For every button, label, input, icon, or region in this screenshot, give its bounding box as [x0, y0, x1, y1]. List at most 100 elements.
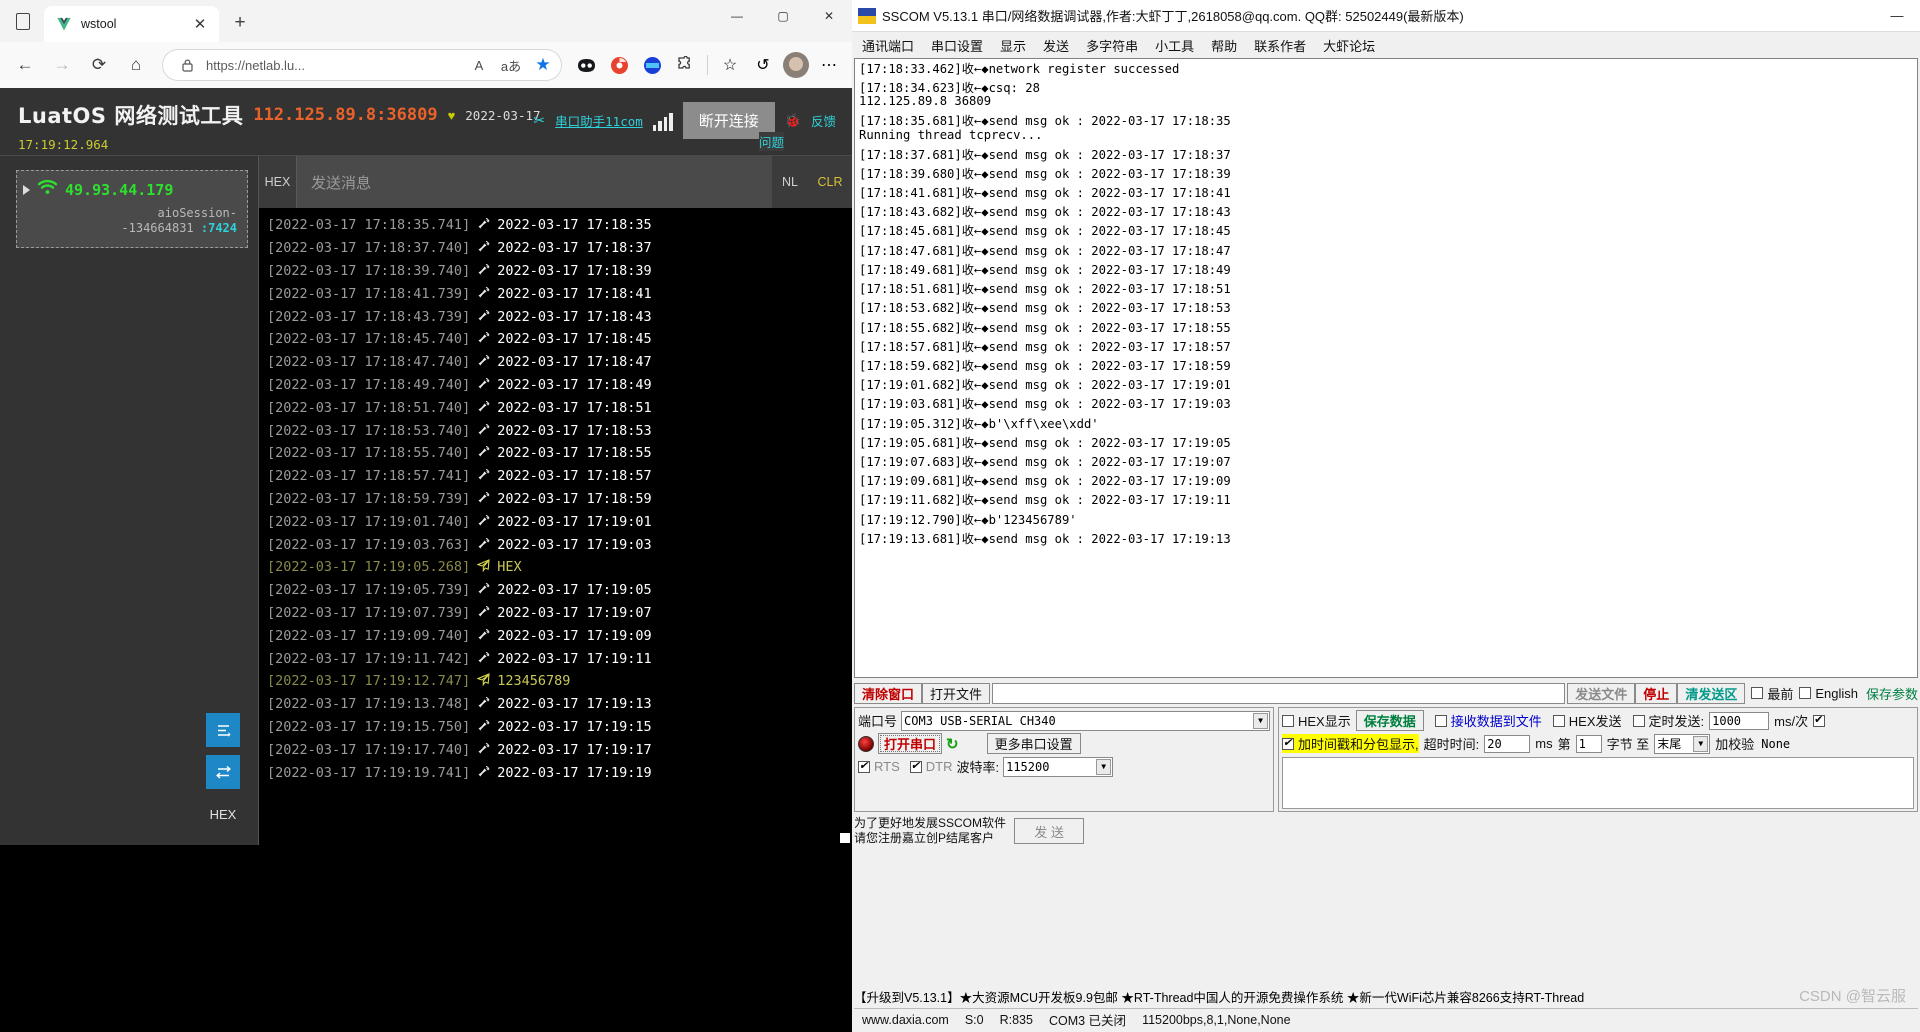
sscom-menu-item-0[interactable]: 通讯端口	[862, 36, 914, 55]
timestamp-checkbox[interactable]: 加时间戳和分包显示,	[1282, 734, 1419, 753]
heart-icon: ♥	[448, 108, 456, 123]
header-clock: 17:19:12.964	[18, 137, 834, 152]
chevron-right-icon[interactable]	[23, 185, 30, 195]
ext-dark-icon[interactable]	[571, 48, 601, 82]
browser-tab[interactable]: wstool ✕	[44, 6, 219, 42]
collections-icon[interactable]: ☆	[715, 48, 745, 82]
log-panel[interactable]: [2022-03-17 17:18:35.741] 2022-03-17 17:…	[258, 208, 852, 845]
clear-window-button[interactable]: 清除窗口	[854, 683, 922, 704]
checksum-value[interactable]: None	[1759, 735, 1855, 753]
send-text-area[interactable]	[1282, 757, 1914, 809]
new-tab-button[interactable]: +	[225, 8, 255, 38]
send-file-button[interactable]: 发送文件	[1567, 683, 1635, 704]
recv-to-file-checkbox[interactable]: 接收数据到文件	[1435, 711, 1542, 730]
sscom-menu-item-4[interactable]: 多字符串	[1086, 36, 1138, 55]
read-aloud-icon[interactable]: A	[466, 52, 492, 78]
issue-link[interactable]: 问题	[759, 132, 784, 151]
chevron-down-icon[interactable]: ▼	[1693, 736, 1708, 752]
status-sent-count: S:0	[957, 1013, 992, 1027]
favorite-star-icon[interactable]: ★	[530, 52, 556, 78]
scroll-lock-button[interactable]	[206, 713, 240, 747]
send-hex-toggle[interactable]: HEX	[259, 156, 297, 208]
sscom-minimize-button[interactable]: —	[1880, 8, 1914, 23]
log-message: 2022-03-17 17:19:19	[497, 765, 651, 781]
avatar[interactable]	[781, 48, 811, 82]
timeout-input[interactable]: 20	[1484, 735, 1530, 753]
window-maximize-button[interactable]: ▢	[760, 0, 806, 32]
tab-close-icon[interactable]: ✕	[189, 15, 211, 33]
address-bar[interactable]: https://netlab.lu... A aあ ★	[162, 49, 562, 81]
log-line: [2022-03-17 17:18:51.740] 2022-03-17 17:…	[263, 396, 852, 419]
timed-send-input[interactable]: 1000	[1709, 712, 1769, 730]
session-name: aioSession-	[23, 206, 237, 220]
dtr-checkbox[interactable]: DTR	[910, 759, 953, 774]
sscom-menu-item-6[interactable]: 帮助	[1211, 36, 1237, 55]
sscom-menu-item-3[interactable]: 发送	[1043, 36, 1069, 55]
ext-blue-icon[interactable]	[637, 48, 667, 82]
clear-button[interactable]: CLR	[808, 156, 852, 208]
tab-search-icon[interactable]	[6, 4, 40, 38]
file-path-input[interactable]	[992, 683, 1565, 704]
reload-icon[interactable]: ⟳	[82, 48, 116, 82]
sscom-menu-item-1[interactable]: 串口设置	[931, 36, 983, 55]
sscom-menu-item-2[interactable]: 显示	[1000, 36, 1026, 55]
newline-toggle[interactable]: NL	[772, 156, 808, 208]
rx-icon	[476, 582, 491, 598]
chevron-down-icon[interactable]: ▼	[1096, 759, 1111, 775]
feedback-link[interactable]: 反馈	[811, 111, 836, 130]
rx-icon	[476, 765, 491, 781]
send-button[interactable]: 发 送	[1014, 818, 1084, 844]
rx-icon	[476, 400, 491, 416]
ext-puzzle-icon[interactable]	[670, 48, 700, 82]
sscom-log-panel[interactable]: [17:18:33.462]收←◆network register succes…	[854, 58, 1918, 678]
sscom-menu-item-5[interactable]: 小工具	[1155, 36, 1194, 55]
log-timestamp: [2022-03-17 17:19:19.741]	[267, 765, 470, 781]
ext-red-icon[interactable]	[604, 48, 634, 82]
sscom-menu-item-7[interactable]: 联系作者	[1254, 36, 1306, 55]
log-scroll-thumb[interactable]	[840, 833, 850, 843]
hex-display-checkbox[interactable]: HEX显示	[1282, 711, 1351, 730]
byte-first-input[interactable]: 1	[1576, 735, 1602, 753]
window-close-button[interactable]: ✕	[806, 0, 852, 32]
log-timestamp: [2022-03-17 17:19:01.740]	[267, 514, 470, 530]
port-select[interactable]: COM3 USB-SERIAL CH340 ▼	[901, 711, 1270, 731]
hex-send-checkbox[interactable]: HEX发送	[1553, 711, 1622, 730]
translate-icon[interactable]: aあ	[498, 52, 524, 78]
home-icon[interactable]: ⌂	[119, 48, 153, 82]
serial-assistant-link[interactable]: 串口助手11com	[555, 111, 643, 130]
timed-extra-checkbox[interactable]	[1813, 715, 1825, 727]
more-serial-settings-button[interactable]: 更多串口设置	[987, 733, 1081, 754]
send-message-input[interactable]: 发送消息	[297, 156, 772, 208]
save-params-button[interactable]: 保存参数	[1866, 684, 1918, 703]
baud-select[interactable]: 115200 ▼	[1003, 757, 1113, 777]
byte-end-select[interactable]: 末尾 ▼	[1654, 734, 1710, 754]
watermark: CSDN @智云服	[1799, 985, 1906, 1006]
back-icon[interactable]: ←	[8, 48, 42, 82]
session-card[interactable]: 49.93.44.179 aioSession- -134664831 :742…	[16, 170, 248, 248]
chevron-down-icon[interactable]: ▼	[1253, 713, 1268, 729]
english-checkbox[interactable]: English	[1799, 686, 1858, 701]
window-minimize-button[interactable]: —	[714, 0, 760, 32]
baud-select-value: 115200	[1006, 760, 1049, 774]
open-file-button[interactable]: 打开文件	[922, 683, 990, 704]
session-id: -134664831	[121, 221, 193, 235]
clear-send-area-button[interactable]: 清发送区	[1677, 683, 1745, 704]
refresh-icon[interactable]: ↻	[946, 735, 959, 753]
save-data-button[interactable]: 保存数据	[1356, 710, 1424, 731]
topmost-checkbox[interactable]: 最前	[1751, 684, 1793, 703]
stop-button[interactable]: 停止	[1635, 683, 1677, 704]
open-port-button[interactable]: 打开串口	[878, 733, 942, 754]
wrap-toggle-button[interactable]	[206, 755, 240, 789]
display-settings-box: HEX显示 保存数据 接收数据到文件 HEX发送 定时发送: 1000 ms/次…	[1278, 707, 1918, 812]
history-icon[interactable]: ↺	[748, 48, 778, 82]
hex-toggle-button[interactable]: HEX	[206, 797, 240, 831]
more-menu-icon[interactable]: ⋯	[814, 48, 844, 82]
log-message: 123456789	[497, 673, 570, 689]
sscom-menu-item-8[interactable]: 大虾论坛	[1323, 36, 1375, 55]
timeout-unit: ms	[1535, 736, 1552, 751]
tx-icon	[476, 559, 491, 575]
forward-icon[interactable]: →	[45, 48, 79, 82]
rts-checkbox[interactable]: RTS	[858, 759, 900, 774]
sscom-log-entry: [17:19:13.681]收←◆send msg ok : 2022-03-1…	[859, 533, 1917, 545]
timed-send-checkbox[interactable]: 定时发送:	[1633, 711, 1705, 730]
